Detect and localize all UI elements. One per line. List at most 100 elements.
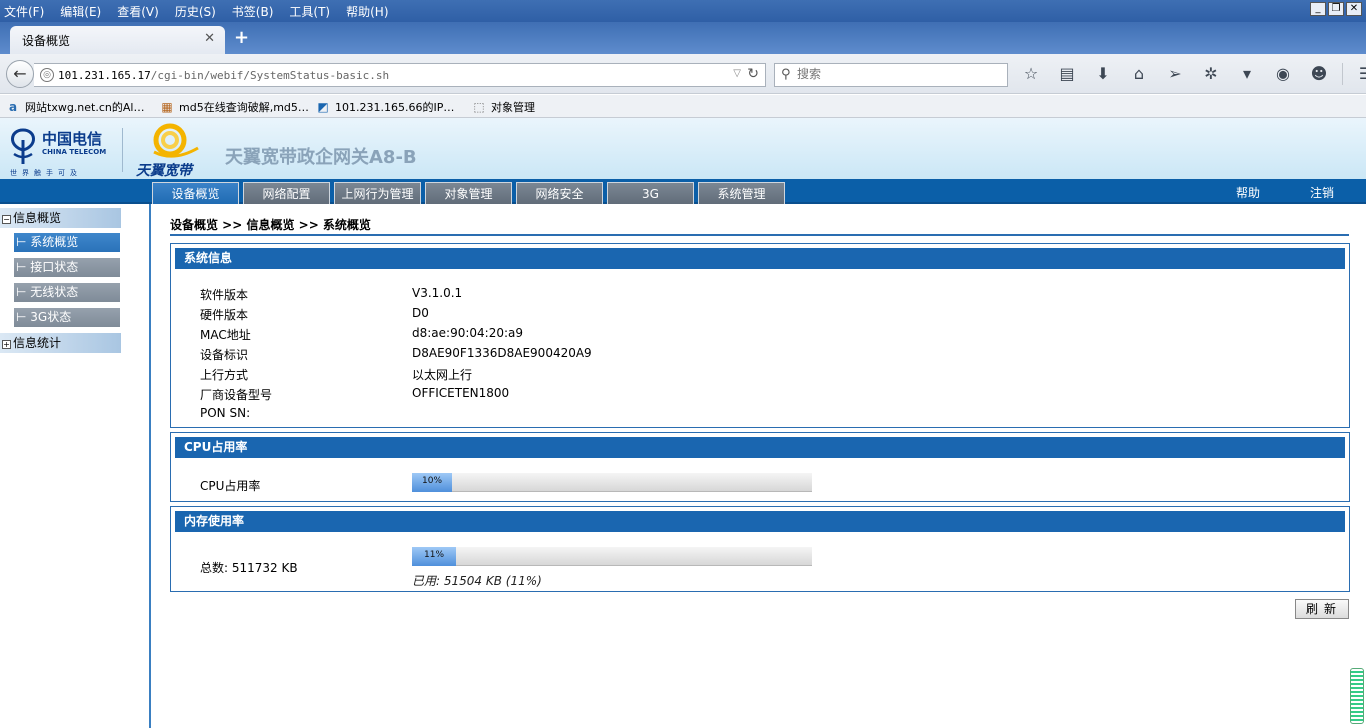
memory-panel: 内存使用率 总数: 511732 KB 11% 已用: 51504 KB (11… [170, 506, 1350, 592]
refresh-button[interactable]: 刷新 [1295, 599, 1349, 619]
reading-list-icon[interactable]: ▤ [1054, 63, 1080, 87]
logo-chinese-text: 中国电信 [42, 130, 103, 148]
breadcrumb-divider [170, 234, 1349, 236]
sidebar-item-interface-status[interactable]: ⊢ 接口状态 [14, 258, 120, 277]
sidebar-item-label: 无线状态 [30, 285, 79, 299]
tianyi-logo: 天翼宽带 [136, 122, 206, 179]
logout-link[interactable]: 注销 [1310, 184, 1334, 201]
cpu-progress-bar: 10% [412, 473, 812, 492]
home-icon[interactable]: ⌂ [1126, 63, 1152, 87]
memory-used-text: 已用: 51504 KB (11%) [412, 574, 542, 588]
info-label: 上行方式 [200, 368, 249, 382]
bookmark-item[interactable]: ▦ md5在线查询破解,md5… [160, 99, 309, 115]
page-icon: ⬚ [473, 100, 485, 114]
url-text: 101.231.165.17/cgi-bin/webif/SystemStatu… [58, 69, 389, 82]
expand-icon: + [2, 340, 11, 349]
side-gauge-icon [1350, 668, 1364, 724]
globe-icon: ◎ [40, 68, 54, 82]
bookmark-label: md5在线查询破解,md5… [179, 101, 309, 114]
bookmarks-bar: a 网站txwg.net.cn的Al… ▦ md5在线查询破解,md5… ◩ 1… [0, 95, 1366, 118]
main-content: 设备概览 >> 信息概览 >> 系统概览 系统信息 软件版本 V3.1.0.1 … [152, 204, 1366, 728]
info-value: OFFICETEN1800 [412, 386, 510, 400]
bookmark-item[interactable]: ◩ 101.231.165.66的IP… [316, 99, 454, 115]
system-info-title: 系统信息 [175, 248, 1345, 269]
tree-branch-icon: ⊢ [16, 285, 31, 299]
sidebar-item-3g-status[interactable]: ⊢ 3G状态 [14, 308, 120, 327]
main-nav: 设备概览 网络配置 上网行为管理 对象管理 网络安全 3G 系统管理 帮助 注销 [0, 179, 1366, 204]
addon-dropdown-icon[interactable]: ▾ [1234, 63, 1260, 87]
memory-title: 内存使用率 [175, 511, 1345, 532]
menu-file[interactable]: 文件(F) [4, 3, 44, 20]
info-label: 设备标识 [200, 348, 249, 362]
breadcrumb: 设备概览 >> 信息概览 >> 系统概览 [170, 218, 371, 232]
info-label: MAC地址 [200, 328, 251, 342]
menu-edit[interactable]: 编辑(E) [60, 3, 101, 20]
close-tab-icon[interactable]: ✕ [204, 31, 215, 46]
back-arrow-icon: ← [13, 64, 27, 83]
sidebar-group-info-overview[interactable]: − 信息概览 [0, 208, 121, 228]
cpu-title: CPU占用率 [175, 437, 1345, 458]
hamburger-menu-icon[interactable]: ☰ [1353, 63, 1366, 87]
reload-icon[interactable]: ↻ [747, 66, 759, 82]
tianyi-swirl-icon [153, 123, 199, 158]
menu-view[interactable]: 查看(V) [117, 3, 159, 20]
close-window-icon[interactable]: ✕ [1346, 2, 1362, 16]
tab-internet-behavior[interactable]: 上网行为管理 [334, 182, 421, 204]
ip-favicon-icon: ◩ [317, 100, 329, 114]
menu-help[interactable]: 帮助(H) [346, 3, 388, 20]
cpu-panel: CPU占用率 CPU占用率 10% [170, 432, 1350, 502]
china-telecom-logo: 中国电信 CHINA TELECOM 世界触手可及 [6, 124, 116, 177]
memory-total: 总数: 511732 KB [200, 561, 298, 575]
info-value: 以太网上行 [412, 368, 473, 382]
info-label: 硬件版本 [200, 308, 249, 322]
memory-progress-bar: 11% [412, 547, 812, 566]
bookmark-favicon-icon: a [8, 100, 18, 114]
sidebar-item-wireless-status[interactable]: ⊢ 无线状态 [14, 283, 120, 302]
product-title: 天翼宽带政企网关A8-B [225, 147, 417, 168]
search-input[interactable] [797, 67, 997, 81]
bookmark-star-icon[interactable]: ☆ [1018, 63, 1044, 87]
info-value: d8:ae:90:04:20:a9 [412, 326, 523, 340]
addon-icon[interactable]: ✲ [1198, 63, 1224, 87]
search-box[interactable]: ⚲ [774, 63, 1008, 87]
download-icon[interactable]: ⬇ [1090, 63, 1116, 87]
menu-history[interactable]: 历史(S) [175, 3, 216, 20]
toolbar-divider [1342, 63, 1343, 85]
sidebar-item-label: 接口状态 [30, 260, 79, 274]
tab-device-overview[interactable]: 设备概览 [152, 182, 239, 204]
tab-3g[interactable]: 3G [607, 182, 694, 204]
info-label: 厂商设备型号 [200, 388, 273, 402]
bookmark-item[interactable]: ⬚ 对象管理 [472, 99, 535, 115]
nav-toolbar: ← ◎ 101.231.165.17/cgi-bin/webif/SystemS… [0, 54, 1366, 94]
sidebar-item-system-overview[interactable]: ⊢ 系统概览 [14, 233, 120, 252]
memory-percent-text: 11% [424, 550, 445, 560]
cpu-label: CPU占用率 [200, 479, 261, 493]
toolbar-icons: ☆ ▤ ⬇ ⌂ ➢ ✲ ▾ ◉ ☻ ☰ [1018, 63, 1366, 87]
account-icon[interactable]: ◉ [1270, 63, 1296, 87]
restore-icon[interactable]: ❐ [1328, 2, 1344, 16]
url-dropdown-icon[interactable]: ▽ [733, 68, 741, 79]
menu-bookmarks[interactable]: 书签(B) [232, 3, 274, 20]
china-telecom-emblem-icon [11, 128, 35, 164]
tab-strip: 设备概览 ✕ + [0, 22, 1366, 54]
tab-network-config[interactable]: 网络配置 [243, 182, 330, 204]
minimize-icon[interactable]: _ [1310, 2, 1326, 16]
new-tab-icon[interactable]: + [234, 27, 249, 48]
menu-tools[interactable]: 工具(T) [289, 3, 330, 20]
help-link[interactable]: 帮助 [1236, 184, 1260, 201]
tab-system-management[interactable]: 系统管理 [698, 182, 785, 204]
url-bar[interactable]: ◎ 101.231.165.17/cgi-bin/webif/SystemSta… [34, 63, 766, 87]
bookmark-label: 网站txwg.net.cn的Al… [25, 101, 145, 114]
bookmark-item[interactable]: a 网站txwg.net.cn的Al… [6, 99, 145, 115]
chat-icon[interactable]: ☻ [1306, 63, 1332, 87]
tab-network-security[interactable]: 网络安全 [516, 182, 603, 204]
tree-branch-icon: ⊢ [16, 260, 31, 274]
back-button[interactable]: ← [6, 60, 34, 88]
send-icon[interactable]: ➢ [1162, 63, 1188, 87]
sidebar-item-label: 系统概览 [30, 235, 79, 249]
tab-object-management[interactable]: 对象管理 [425, 182, 512, 204]
browser-tab[interactable]: 设备概览 ✕ [10, 26, 225, 54]
url-path: /cgi-bin/webif/SystemStatus-basic.sh [150, 69, 390, 82]
sidebar-group-info-stats[interactable]: + 信息统计 [0, 333, 121, 353]
menu-bar: 文件(F) 编辑(E) 查看(V) 历史(S) 书签(B) 工具(T) 帮助(H… [0, 0, 1366, 22]
